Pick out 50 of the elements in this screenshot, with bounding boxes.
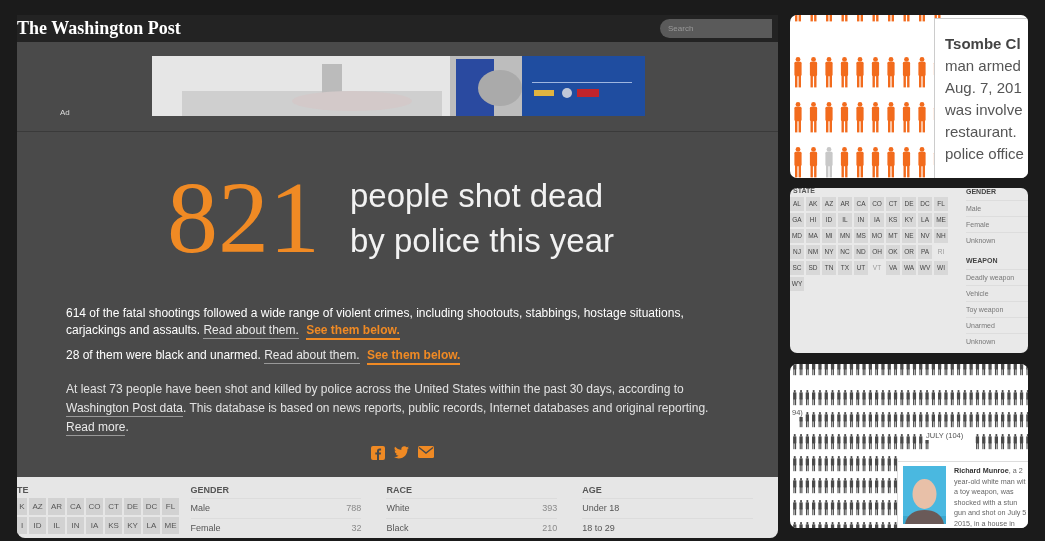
headline-text: by police this year	[349, 221, 615, 261]
twitter-icon[interactable]	[393, 446, 409, 459]
state-chip[interactable]: ID	[29, 517, 46, 534]
state-chip[interactable]: AZ	[29, 498, 46, 515]
state-chip[interactable]: CA	[67, 498, 84, 515]
summary-text: 614 of the fatal shootings followed a wide range of violent crimes, including shootouts, stabbings, hostage situations, carjackings and assaults. Read about them. See them below.	[66, 305, 738, 340]
read-link[interactable]: Read about them.	[203, 323, 299, 339]
state-chip[interactable]: ME	[162, 517, 179, 534]
filter-heading: AGE	[582, 484, 603, 497]
state-chip[interactable]: AR	[48, 498, 65, 515]
tooltip-text: was involve	[945, 100, 1024, 120]
read-link[interactable]: Washington Post data	[66, 401, 183, 417]
see-below-link[interactable]: See them below.	[306, 323, 400, 340]
state-chip[interactable]: DE	[124, 498, 141, 515]
filter-option[interactable]: Female 32	[190, 518, 362, 538]
state-chip[interactable]: DC	[143, 498, 160, 515]
tooltip-title: Tsombe Cl	[945, 34, 1022, 54]
state-chip[interactable]: IN	[67, 517, 84, 534]
see-below-link[interactable]: See them below.	[366, 348, 461, 365]
filter-heading: GENDER	[190, 484, 231, 497]
state-chip[interactable]: K	[17, 498, 27, 515]
read-link[interactable]: Read about them.	[264, 348, 360, 364]
summary-text: 28 of them were black and unarmed. Read about them. See them below.	[66, 347, 738, 365]
tooltip-text: police office	[945, 144, 1025, 164]
filter-option[interactable]: White 393	[386, 498, 558, 518]
database-note: At least 73 people have been shot and killed by police across the United States within the past 30 days, according to Washington Post data. This database is based on news reports, public records, Internet databases and original reporting. Read more.	[66, 381, 710, 437]
email-icon[interactable]	[417, 446, 434, 458]
headline-text: people shot dead	[349, 176, 605, 216]
facebook-icon[interactable]	[370, 446, 385, 460]
state-chip[interactable]: KS	[105, 517, 122, 534]
filter-option[interactable]: Black 210	[386, 518, 558, 538]
tooltip-text: man armed	[945, 56, 1022, 76]
newspaper-logo[interactable]: The Washington Post	[17, 18, 181, 39]
state-chip[interactable]: I	[17, 517, 27, 534]
state-chip[interactable]: LA	[143, 517, 160, 534]
ad-label: Ad	[60, 108, 71, 117]
filter-heading: RACE	[386, 484, 413, 497]
state-chip[interactable]: CO	[86, 498, 103, 515]
filter-option[interactable]: Male 788	[190, 498, 362, 518]
filter-option[interactable]: 18 to 29	[582, 518, 753, 538]
tooltip-text: Aug. 7, 201	[945, 78, 1023, 98]
state-chip[interactable]: KY	[124, 517, 141, 534]
state-chip[interactable]: CT	[105, 498, 122, 515]
state-chip[interactable]: IA	[86, 517, 103, 534]
filter-heading: TE	[17, 484, 30, 497]
death-count: 821	[166, 167, 320, 269]
state-chip[interactable]: FL	[162, 498, 179, 515]
tooltip-text: restaurant.	[945, 122, 1018, 142]
state-chip[interactable]: IL	[48, 517, 65, 534]
filter-option[interactable]: Under 18	[582, 498, 753, 518]
